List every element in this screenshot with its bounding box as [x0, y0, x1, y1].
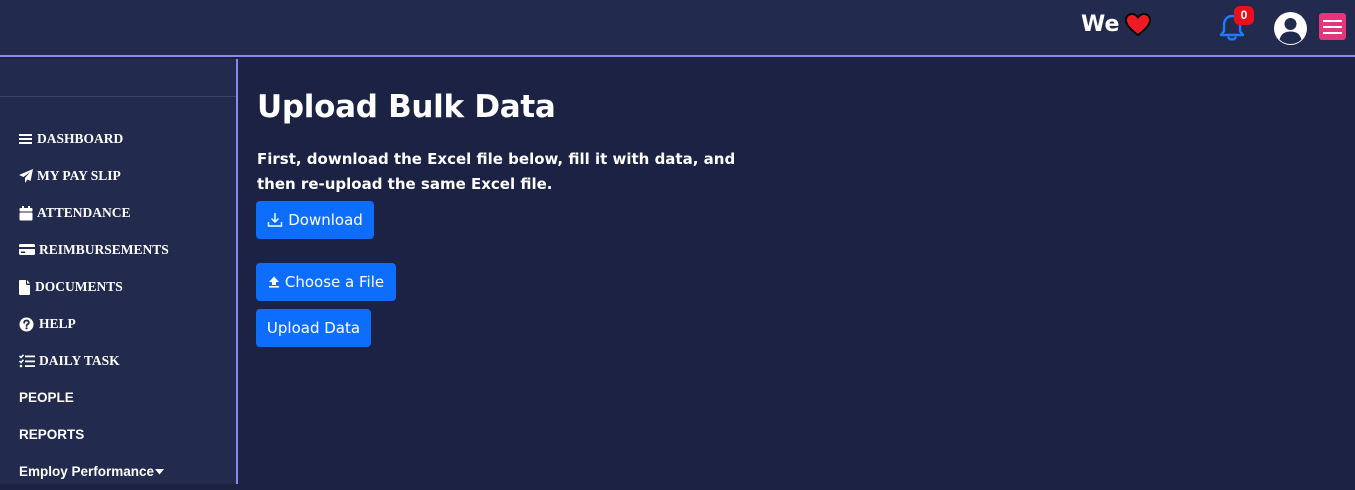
heart-icon	[1125, 12, 1152, 36]
question-circle-icon	[19, 317, 37, 331]
sidebar-item-employ-performance[interactable]: Employ Performance	[19, 453, 169, 490]
hamburger-icon	[1323, 19, 1342, 22]
sidebar-item-label: HELP	[39, 315, 76, 331]
sidebar-item-label: MY PAY SLIP	[37, 167, 121, 183]
sidebar-item-attendance[interactable]: ATTENDANCE	[19, 194, 169, 231]
user-profile-button[interactable]	[1273, 11, 1308, 46]
upload-data-button-label: Upload Data	[266, 319, 361, 337]
download-icon	[268, 213, 283, 227]
sidebar-item-reports[interactable]: REPORTS	[19, 416, 169, 453]
file-icon	[19, 279, 33, 295]
sidebar-item-label: DASHBOARD	[37, 130, 124, 146]
main-content: Upload Bulk Data First, download the Exc…	[238, 59, 1355, 484]
sidebar-divider	[0, 96, 236, 97]
download-button-label: Download	[288, 211, 363, 229]
top-navbar: We 0	[0, 0, 1355, 57]
sidebar-item-people[interactable]: PEOPLE	[19, 379, 169, 416]
notifications-button[interactable]: 0	[1217, 6, 1254, 43]
credit-card-icon	[19, 243, 37, 257]
paper-plane-icon	[19, 168, 35, 183]
choose-file-button-label: Choose a File	[284, 273, 385, 291]
caret-down-icon	[155, 468, 165, 474]
sidebar-item-label: PEOPLE	[19, 390, 74, 405]
task-list-icon	[19, 353, 37, 368]
sidebar-item-reimbursements[interactable]: REIMBURSEMENTS	[19, 231, 169, 268]
brand[interactable]: We	[1081, 12, 1152, 37]
bars-icon	[19, 132, 35, 146]
sidebar-item-label: DAILY TASK	[39, 352, 120, 368]
sidebar-item-documents[interactable]: DOCUMENTS	[19, 268, 169, 305]
sidebar-item-label: ATTENDANCE	[37, 204, 131, 220]
sidebar-nav: DASHBOARD MY PAY SLIP ATTENDANCE REIMBUR…	[19, 120, 169, 490]
sidebar-item-my-pay-slip[interactable]: MY PAY SLIP	[19, 157, 169, 194]
sidebar-item-label: REPORTS	[19, 427, 85, 442]
calendar-icon	[19, 205, 35, 220]
page-title: Upload Bulk Data	[257, 89, 556, 125]
sidebar-item-label: DOCUMENTS	[35, 278, 123, 294]
brand-text: We	[1081, 12, 1120, 37]
instruction-text: First, download the Excel file below, fi…	[257, 150, 736, 193]
upload-arrow-icon	[268, 276, 279, 288]
sidebar-item-daily-task[interactable]: DAILY TASK	[19, 342, 169, 379]
download-button[interactable]: Download	[256, 201, 374, 239]
choose-file-button[interactable]: Choose a File	[256, 263, 396, 301]
sidebar-item-label: REIMBURSEMENTS	[39, 241, 169, 257]
user-circle-icon	[1274, 12, 1307, 45]
hamburger-menu-button[interactable]	[1319, 13, 1346, 40]
upload-data-button[interactable]: Upload Data	[256, 309, 371, 347]
sidebar-item-label: Employ Performance	[19, 464, 155, 479]
sidebar: DASHBOARD MY PAY SLIP ATTENDANCE REIMBUR…	[0, 59, 238, 484]
sidebar-item-dashboard[interactable]: DASHBOARD	[19, 120, 169, 157]
sidebar-item-help[interactable]: HELP	[19, 305, 169, 342]
notification-count-badge: 0	[1234, 6, 1254, 25]
